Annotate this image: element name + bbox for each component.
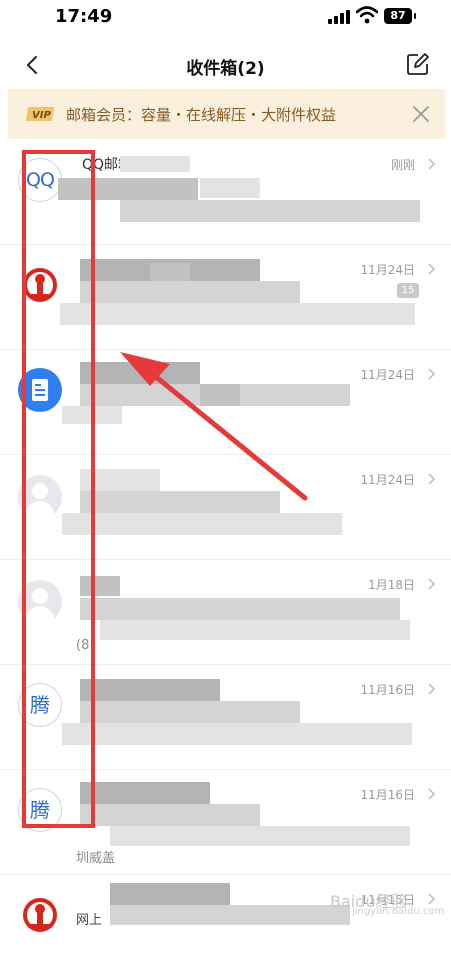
mail-time: 11月24日 [360,473,415,487]
nav-bar: 收件箱(2) [0,40,451,90]
status-bar: 17:49 87 [0,0,451,40]
battery-indicator: 87 [384,8,416,24]
chevron-right-icon [428,683,436,695]
chevron-right-icon [428,158,436,170]
mail-time: 11月24日 [360,368,415,382]
chevron-right-icon [428,788,436,800]
chevron-right-icon [428,578,436,590]
annotation-highlight-box [22,150,95,828]
vip-badge-icon: VIP [26,107,54,121]
page-title: 收件箱(2) [186,59,265,79]
mail-time: 刚刚 [390,158,415,172]
preview-fragment: 网上 [76,913,103,928]
mail-time: 1月18日 [368,578,415,592]
chevron-right-icon [428,473,436,485]
chevron-right-icon [428,893,436,905]
chevron-right-icon [428,368,436,380]
watermark-sub: jingyan.baidu.com [352,906,445,917]
mail-time: 11月16日 [360,683,415,697]
vip-banner[interactable]: VIP 邮箱会员：容量・在线解压・大附件权益 [8,89,445,139]
attachment-count-badge: 15 [397,283,419,298]
signal-icon [328,10,350,24]
vip-badge-label: VIP [32,110,51,121]
chevron-right-icon [428,263,436,275]
wifi-icon [356,6,378,24]
status-time: 17:49 [55,6,113,27]
railway-logo-icon [18,893,62,937]
preview-fragment: 圳威盖 [76,851,116,866]
compose-icon[interactable] [406,52,430,76]
mail-time: 11月16日 [360,788,415,802]
close-icon[interactable] [410,103,432,125]
vip-banner-text: 邮箱会员：容量・在线解压・大附件权益 [66,106,337,124]
mail-time: 11月24日 [360,263,415,277]
